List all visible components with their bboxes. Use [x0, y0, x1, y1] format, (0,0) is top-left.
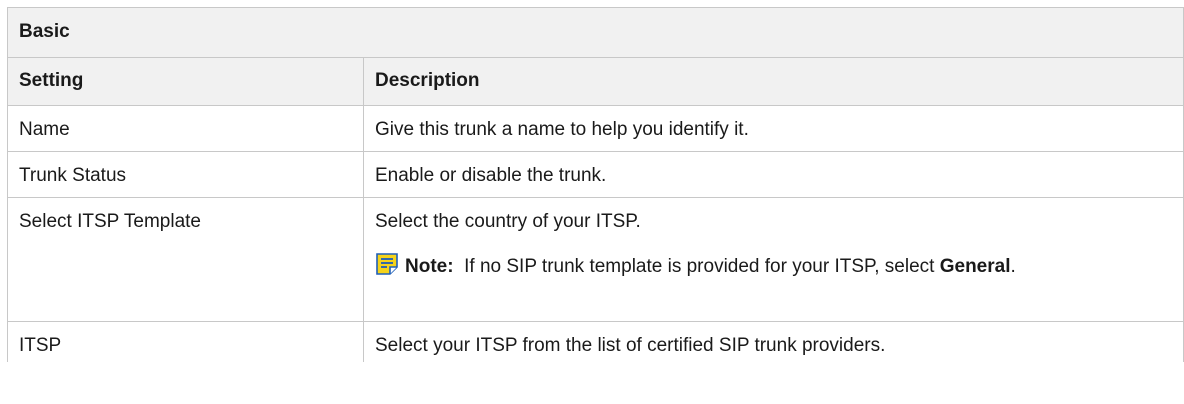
description-text: Select the country of your ITSP.: [375, 211, 641, 232]
column-header-row: Setting Description: [7, 57, 1184, 106]
table-row: Trunk Status Enable or disable the trunk…: [7, 151, 1184, 198]
setting-cell: ITSP: [7, 321, 364, 362]
description-cell: Select your ITSP from the list of certif…: [363, 321, 1184, 362]
section-header-row: Basic: [7, 7, 1184, 58]
note-block: Note: If no SIP trunk template is provid…: [375, 252, 1172, 278]
table-row: Select ITSP Template Select the country …: [7, 197, 1184, 322]
description-cell: Enable or disable the trunk.: [363, 151, 1184, 198]
table-row: ITSP Select your ITSP from the list of c…: [7, 321, 1184, 362]
note-text-end: .: [1010, 256, 1016, 277]
setting-cell: Name: [7, 105, 364, 152]
note-icon: [376, 253, 398, 275]
table-row: Name Give this trunk a name to help you …: [7, 105, 1184, 152]
setting-cell: Select ITSP Template: [7, 197, 364, 322]
setting-cell: Trunk Status: [7, 151, 364, 198]
note-text: If no SIP trunk template is provided for…: [464, 256, 935, 277]
column-header-description: Description: [363, 57, 1184, 106]
description-cell: Give this trunk a name to help you ident…: [363, 105, 1184, 152]
note-label: Note:: [405, 256, 454, 277]
section-title: Basic: [7, 7, 1184, 58]
note-emphasis: General: [939, 256, 1011, 277]
settings-table: Basic Setting Description Name Give this…: [7, 7, 1184, 362]
column-header-setting: Setting: [7, 57, 364, 106]
description-cell: Select the country of your ITSP. Note: I…: [363, 197, 1184, 322]
